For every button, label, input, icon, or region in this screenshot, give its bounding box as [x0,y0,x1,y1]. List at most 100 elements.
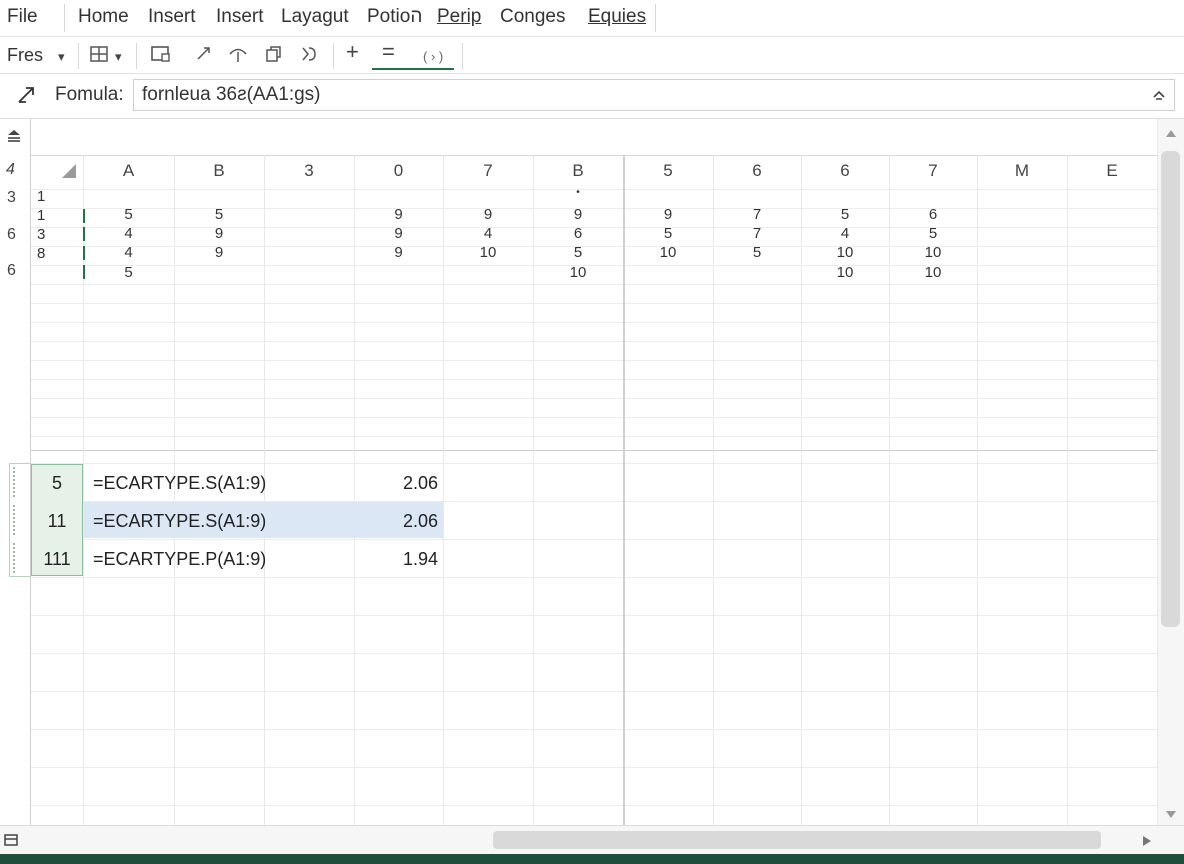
column-header-d[interactable]: 0 [354,161,443,181]
cell[interactable]: 9 [174,225,264,242]
menu-home[interactable]: Home [78,6,129,28]
row-number[interactable]: 3 [37,226,51,243]
result-row-id[interactable]: 111 [31,549,83,570]
cell[interactable]: 10 [889,264,977,281]
cell[interactable]: 5 [889,225,977,242]
copy-button[interactable] [263,44,283,69]
cell[interactable]: 4 [83,225,174,242]
cell[interactable]: 9 [533,206,623,223]
menu-potion[interactable]: Potioה [367,6,422,28]
menu-layout[interactable]: Layagut [281,6,349,28]
menu-conges[interactable]: Conges [500,6,566,28]
menu-equies[interactable]: Equies [588,6,646,28]
scroll-right-icon[interactable] [1142,834,1152,852]
cell[interactable]: 9 [443,206,533,223]
cell[interactable]: 5 [174,206,264,223]
cell[interactable]: 5 [623,225,713,242]
cell[interactable]: 9 [354,225,443,242]
cell[interactable]: 5 [713,244,801,261]
copy-icon [266,46,281,62]
toolbar-divider [136,43,137,69]
spreadsheet-grid[interactable]: A B 3 0 7 B 5 6 6 7 M E 1 1 3 8 • 5 5 9 … [31,119,1157,825]
column-header-a[interactable]: A [83,161,174,181]
result-value[interactable]: 1.94 [354,549,438,570]
cell[interactable]: 7 [713,206,801,223]
menu-file[interactable]: File [7,6,38,28]
redo-button[interactable] [299,44,319,69]
cell[interactable]: 10 [801,264,889,281]
formula-input[interactable]: fornleua 36ƨ(AA1:gs) [133,79,1175,111]
result-row-id[interactable]: 5 [31,473,83,494]
function-button[interactable]: ( › ) [423,46,443,68]
add-button[interactable]: + [346,41,359,63]
cell[interactable]: 9 [623,206,713,223]
font-name-select[interactable]: Fres [7,44,43,66]
column-header-g[interactable]: 5 [623,161,713,181]
cell[interactable]: 5 [83,264,174,281]
corner-select-all[interactable] [61,163,77,184]
vertical-scrollbar[interactable] [1157,119,1184,825]
row-number[interactable]: 1 [37,207,51,224]
toolbar-divider [78,43,79,69]
cell[interactable]: 5 [83,206,174,223]
result-formula[interactable]: =ECARTYPE.S(A1:9) [93,511,266,532]
horizontal-scrollbar[interactable] [0,825,1184,855]
column-header-e[interactable]: 7 [443,161,533,181]
cell[interactable]: 10 [623,244,713,261]
cell[interactable]: 9 [354,206,443,223]
column-header-j[interactable]: 7 [889,161,977,181]
scroll-up-icon[interactable] [1165,125,1177,143]
result-value[interactable]: 2.06 [354,511,438,532]
cell[interactable]: 4 [83,244,174,261]
column-header-f[interactable]: B [533,161,623,181]
upload-button[interactable] [227,44,249,69]
result-formula[interactable]: =ECARTYPE.P(A1:9) [93,549,266,570]
equals-button[interactable]: = [382,41,395,63]
column-header-c[interactable]: 3 [264,161,354,181]
result-value[interactable]: 2.06 [354,473,438,494]
result-row-id[interactable]: 11 [31,511,83,532]
toolbar: Fres ▾ ▾ + = ( › ) [0,37,1184,74]
chevron-down-icon[interactable]: ▾ [115,46,122,68]
cell[interactable]: 5 [533,244,623,261]
gutter-row-number: 4 [6,161,15,178]
insert-picture-button[interactable] [150,44,172,69]
cell[interactable]: 5 [801,206,889,223]
column-header-l[interactable]: E [1067,161,1157,181]
column-header-b[interactable]: B [174,161,264,181]
cell[interactable]: 6 [889,206,977,223]
result-formula[interactable]: =ECARTYPE.S(A1:9) [93,473,266,494]
cell[interactable]: 10 [443,244,533,261]
select-all-icon[interactable] [5,127,23,150]
cell[interactable]: 10 [889,244,977,261]
formula-collapse-icon[interactable] [1152,88,1166,107]
menu-perip[interactable]: Perip [437,6,481,28]
menu-insert[interactable]: Insert [148,6,196,28]
formula-text[interactable]: fornleua 36ƨ(AA1:gs) [142,84,321,106]
column-header-i[interactable]: 6 [801,161,889,181]
column-header-k[interactable]: M [977,161,1067,181]
cell[interactable]: 10 [801,244,889,261]
column-header-h[interactable]: 6 [713,161,801,181]
link-icon [197,47,210,60]
chevron-down-icon[interactable]: ▾ [58,46,65,68]
row-number[interactable]: 1 [37,188,51,205]
expand-icon[interactable] [16,85,38,110]
horizontal-scroll-thumb[interactable] [493,831,1101,849]
cell[interactable]: 4 [443,225,533,242]
cell[interactable]: 9 [354,244,443,261]
scroll-down-icon[interactable] [1165,807,1177,825]
menu-insert-2[interactable]: Insert [216,6,264,28]
borders-button[interactable] [89,44,109,69]
cell[interactable]: 10 [533,264,623,281]
toolbar-divider [462,43,463,69]
sheet-icon[interactable] [4,833,18,852]
vertical-scroll-thumb[interactable] [1161,151,1180,627]
link-button[interactable] [194,44,214,69]
cell[interactable]: 4 [801,225,889,242]
cell[interactable]: 6 [533,225,623,242]
row-number[interactable]: 8 [37,245,51,262]
cell[interactable]: 7 [713,225,801,242]
cell[interactable]: 9 [174,244,264,261]
left-gutter: 4 3 6 6 [0,119,31,825]
